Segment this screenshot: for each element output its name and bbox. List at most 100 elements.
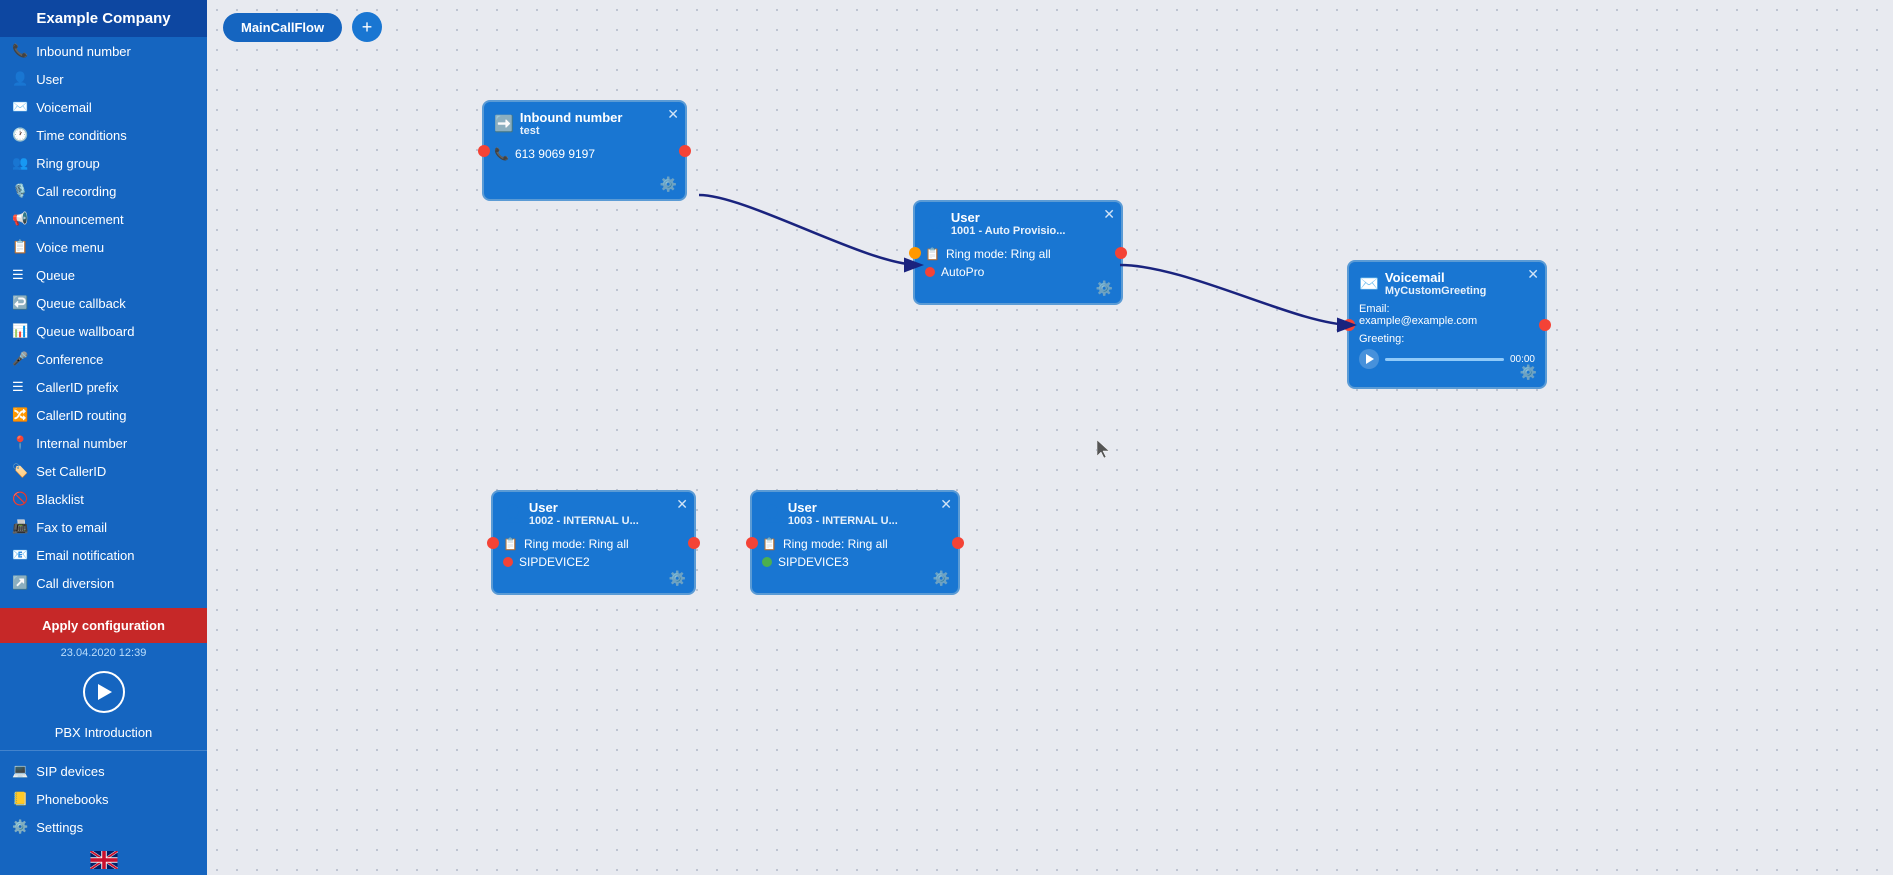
sidebar-item-phonebooks[interactable]: 📒 Phonebooks xyxy=(0,785,207,813)
sidebar-label: Queue wallboard xyxy=(36,324,134,339)
user1-node: ✕ 👤 User 1001 - Auto Provisio... 📋 Ring … xyxy=(913,200,1123,305)
user2-status: SIPDEVICE2 xyxy=(519,555,590,569)
sidebar-label: Time conditions xyxy=(36,128,127,143)
sidebar-item-callerid-routing[interactable]: 🔀 CallerID routing xyxy=(0,401,207,429)
user-icon: 👤 xyxy=(12,71,28,87)
sidebar-item-settings[interactable]: ⚙️ Settings xyxy=(0,813,207,841)
sidebar-item-internal-number[interactable]: 📍 Internal number xyxy=(0,429,207,457)
sidebar-label: Call diversion xyxy=(36,576,114,591)
voicemail-icon: ✉️ xyxy=(12,99,28,115)
sidebar-item-time-conditions[interactable]: 🕐 Time conditions xyxy=(0,121,207,149)
sidebar-label: Inbound number xyxy=(36,44,131,59)
user3-status: SIPDEVICE3 xyxy=(778,555,849,569)
inbound-gear-icon[interactable]: ⚙️ xyxy=(660,176,677,193)
inbound-left-connector[interactable] xyxy=(478,145,490,157)
sidebar-item-blacklist[interactable]: 🚫 Blacklist xyxy=(0,485,207,513)
sidebar-item-queue[interactable]: ☰ Queue xyxy=(0,261,207,289)
sidebar-label: Fax to email xyxy=(36,520,107,535)
user1-close-button[interactable]: ✕ xyxy=(1103,206,1115,223)
call-diversion-icon: ↗️ xyxy=(12,575,28,591)
user2-body: 📋 Ring mode: Ring all SIPDEVICE2 xyxy=(493,531,694,579)
user2-status-row: SIPDEVICE2 xyxy=(503,553,684,571)
sidebar-item-queue-wallboard[interactable]: 📊 Queue wallboard xyxy=(0,317,207,345)
user3-gear-icon[interactable]: ⚙️ xyxy=(933,570,950,587)
sidebar-item-announcement[interactable]: 📢 Announcement xyxy=(0,205,207,233)
sidebar-label: Settings xyxy=(36,820,83,835)
user1-right-connector[interactable] xyxy=(1115,247,1127,259)
flag-icon xyxy=(0,845,207,875)
queue-callback-icon: ↩️ xyxy=(12,295,28,311)
user1-left-connector[interactable] xyxy=(909,247,921,259)
sidebar-label: Blacklist xyxy=(36,492,84,507)
voicemail-gear-icon[interactable]: ⚙️ xyxy=(1520,364,1537,381)
sidebar-item-fax-to-email[interactable]: 📠 Fax to email xyxy=(0,513,207,541)
voicemail-right-connector[interactable] xyxy=(1539,319,1551,331)
maincallflow-button[interactable]: MainCallFlow xyxy=(223,13,342,42)
user3-close-button[interactable]: ✕ xyxy=(940,496,952,513)
play-button[interactable] xyxy=(83,671,125,713)
ring-mode2-icon: 📋 xyxy=(503,537,518,551)
user1-person-icon: 👤 xyxy=(925,214,945,234)
user3-ring-row: 📋 Ring mode: Ring all xyxy=(762,535,948,553)
arrows-svg xyxy=(207,0,1893,875)
sidebar-label: Conference xyxy=(36,352,103,367)
user3-node: ✕ 👤 User 1003 - INTERNAL U... 📋 Ring mod… xyxy=(750,490,960,595)
sidebar-item-sip-devices[interactable]: 💻 SIP devices xyxy=(0,757,207,785)
sidebar-label: Set CallerID xyxy=(36,464,106,479)
pbx-label: PBX Introduction xyxy=(0,721,207,748)
blacklist-icon: 🚫 xyxy=(12,491,28,507)
sidebar-item-set-callerid[interactable]: 🏷️ Set CallerID xyxy=(0,457,207,485)
sidebar-item-call-diversion[interactable]: ↗️ Call diversion xyxy=(0,569,207,597)
time-icon: 🕐 xyxy=(12,127,28,143)
user2-subtitle: 1002 - INTERNAL U... xyxy=(529,515,639,527)
sidebar-item-inbound-number[interactable]: 📞 Inbound number xyxy=(0,37,207,65)
add-flow-button[interactable]: + xyxy=(352,12,382,42)
plus-icon: + xyxy=(362,18,373,36)
queue-icon: ☰ xyxy=(12,267,28,283)
user2-header: 👤 User 1002 - INTERNAL U... xyxy=(493,492,694,531)
greeting-label: Greeting: xyxy=(1349,329,1545,347)
user2-gear-icon[interactable]: ⚙️ xyxy=(669,570,686,587)
voicemail-close-button[interactable]: ✕ xyxy=(1527,266,1539,283)
inbound-node: ✕ ➡️ Inbound number test 📞 613 9069 9197… xyxy=(482,100,687,201)
sidebar-label: CallerID routing xyxy=(36,408,126,423)
sidebar-item-call-recording[interactable]: 🎙️ Call recording xyxy=(0,177,207,205)
inbound-arrow-icon: ➡️ xyxy=(494,114,514,134)
user2-left-connector[interactable] xyxy=(487,537,499,549)
sidebar-item-user[interactable]: 👤 User xyxy=(0,65,207,93)
sidebar-item-voice-menu[interactable]: 📋 Voice menu xyxy=(0,233,207,261)
user2-close-button[interactable]: ✕ xyxy=(676,496,688,513)
sidebar-label: Phonebooks xyxy=(36,792,108,807)
inbound-right-connector[interactable] xyxy=(679,145,691,157)
greeting-time: 00:00 xyxy=(1510,354,1535,365)
user2-person-icon: 👤 xyxy=(503,504,523,524)
email-notification-icon: 📧 xyxy=(12,547,28,563)
inbound-close-button[interactable]: ✕ xyxy=(667,106,679,123)
main-canvas: MainCallFlow + ✕ ➡️ Inbound number test xyxy=(207,0,1893,875)
inbound-title: Inbound number xyxy=(520,110,623,125)
user3-header: 👤 User 1003 - INTERNAL U... xyxy=(752,492,958,531)
sidebar-label: Announcement xyxy=(36,212,123,227)
user3-right-connector[interactable] xyxy=(952,537,964,549)
sidebar-item-conference[interactable]: 🎤 Conference xyxy=(0,345,207,373)
sidebar-item-ring-group[interactable]: 👥 Ring group xyxy=(0,149,207,177)
apply-config-button[interactable]: Apply configuration xyxy=(0,608,207,643)
voicemail-left-connector[interactable] xyxy=(1343,319,1355,331)
call-recording-icon: 🎙️ xyxy=(12,183,28,199)
sidebar: Example Company 📞 Inbound number 👤 User … xyxy=(0,0,207,875)
user1-gear-icon[interactable]: ⚙️ xyxy=(1096,280,1113,297)
user2-right-connector[interactable] xyxy=(688,537,700,549)
greeting-play-button[interactable] xyxy=(1359,349,1379,369)
sidebar-item-queue-callback[interactable]: ↩️ Queue callback xyxy=(0,289,207,317)
sidebar-item-callerid-prefix[interactable]: ☰ CallerID prefix xyxy=(0,373,207,401)
user2-ring-row: 📋 Ring mode: Ring all xyxy=(503,535,684,553)
user1-status-dot xyxy=(925,267,935,277)
greeting-play-triangle-icon xyxy=(1366,354,1374,364)
sidebar-label: SIP devices xyxy=(36,764,104,779)
sidebar-item-voicemail[interactable]: ✉️ Voicemail xyxy=(0,93,207,121)
user3-left-connector[interactable] xyxy=(746,537,758,549)
sidebar-label: Voicemail xyxy=(36,100,92,115)
ring-mode-icon: 📋 xyxy=(925,247,940,261)
inbound-number-icon: 📞 xyxy=(12,43,28,59)
sidebar-item-email-notification[interactable]: 📧 Email notification xyxy=(0,541,207,569)
